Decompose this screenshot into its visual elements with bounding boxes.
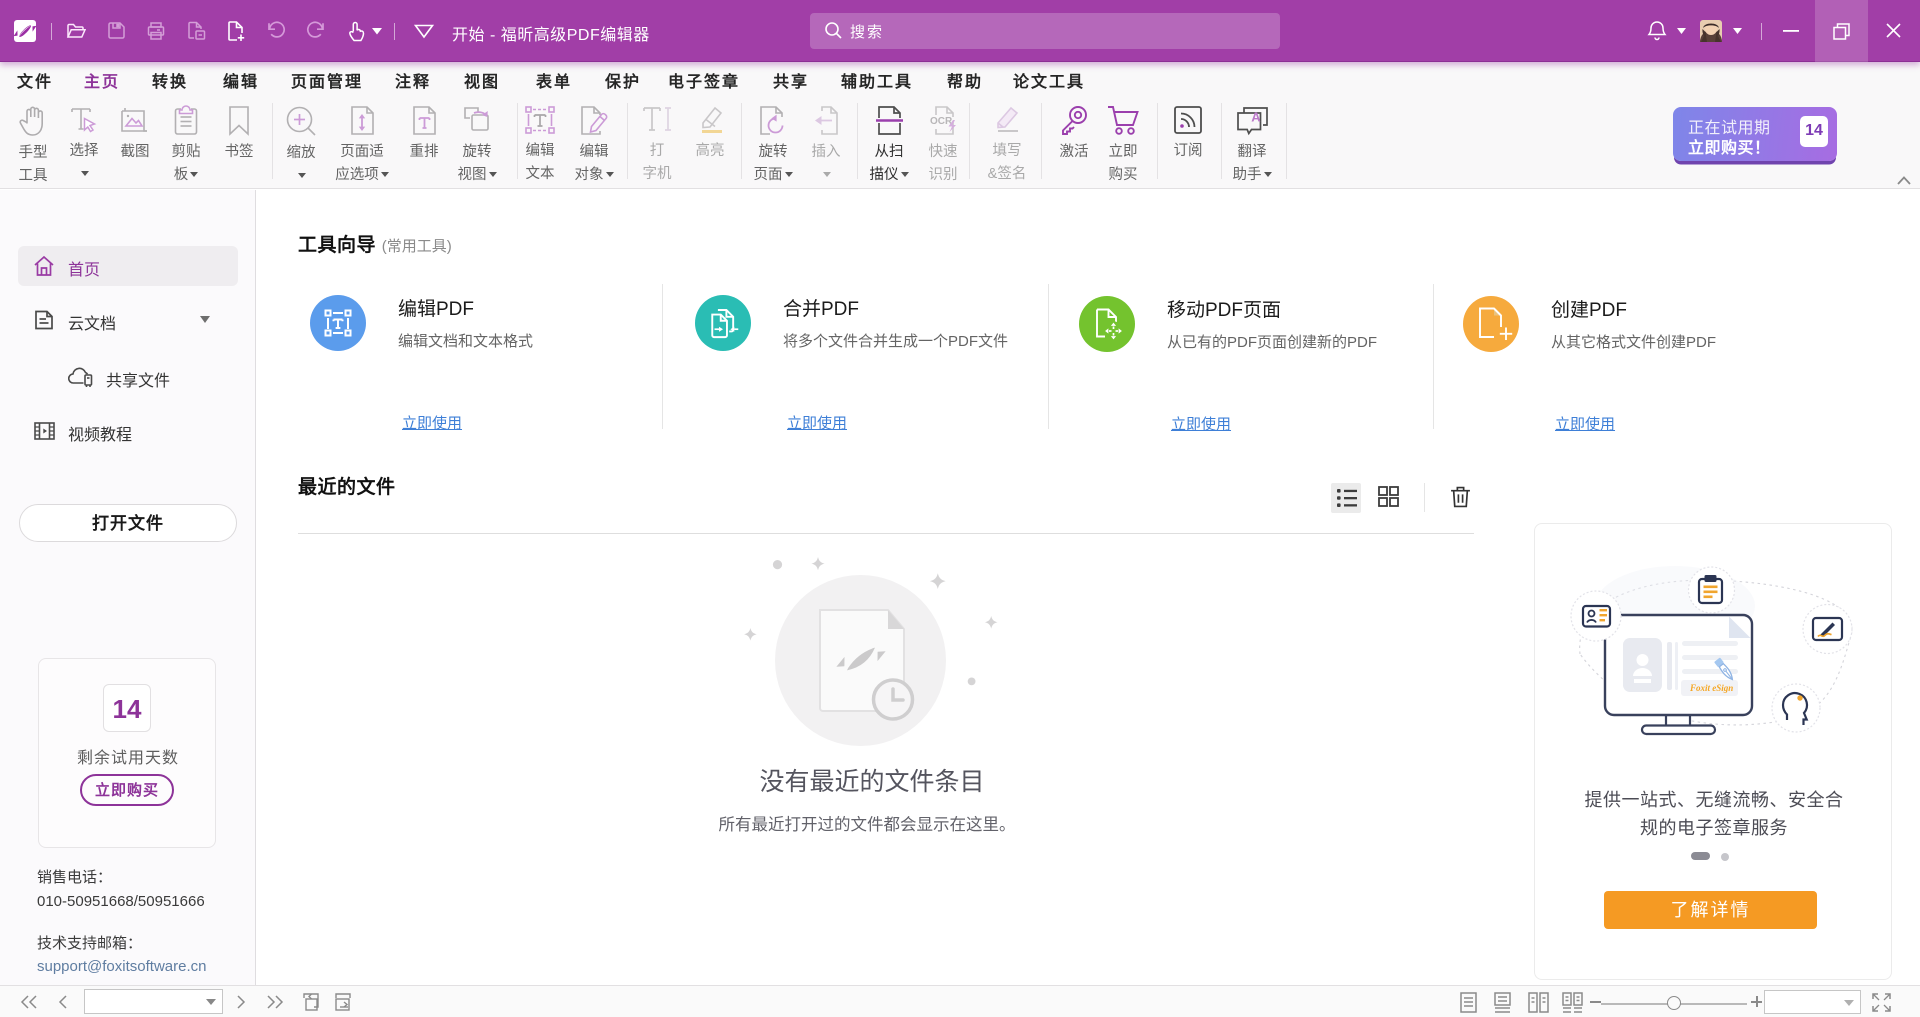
svg-text:Foxit eSign: Foxit eSign [1689, 683, 1733, 693]
svg-text:A: A [1251, 110, 1261, 125]
